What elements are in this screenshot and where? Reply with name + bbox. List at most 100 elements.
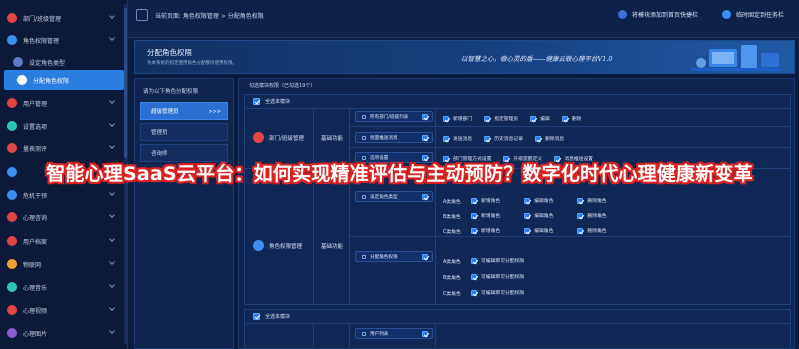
video-icon bbox=[7, 305, 17, 315]
role-class-label: A类角色 bbox=[443, 200, 461, 205]
role-type-row: 新增角色 编辑角色 删除角色 bbox=[471, 227, 607, 234]
org-icon bbox=[253, 132, 264, 143]
sidebar-item-12[interactable]: 物联网 bbox=[0, 254, 122, 274]
perm-label: 编辑角色 bbox=[534, 214, 554, 219]
sidebar-item-label: 角色权限管理 bbox=[23, 37, 60, 45]
permission-panel: 勾选模块权限（已勾选19个） 全选本模块 部门/班级管理 基础功能 角色权限管理… bbox=[238, 78, 795, 349]
sidebar-item-10[interactable]: 心理咨询 bbox=[0, 207, 122, 227]
pin-taskbar-button[interactable]: 临时固定到任务栏 bbox=[722, 10, 784, 19]
sidebar-item-1[interactable]: 部门/班级管理 bbox=[0, 8, 122, 28]
perm-checkbox[interactable] bbox=[443, 135, 449, 142]
chevron-down-icon bbox=[109, 305, 115, 311]
list-icon bbox=[362, 114, 366, 119]
pill-checkbox[interactable] bbox=[422, 253, 428, 260]
module-role: 角色权限管理 bbox=[253, 240, 302, 251]
page-subtitle: 为本系统的指定使用角色分配模块使用权限。 bbox=[147, 61, 237, 66]
perm-label: 指定管理员 bbox=[494, 117, 519, 122]
perm-role-type[interactable]: 设定角色类型 bbox=[355, 191, 433, 202]
sidebar-item-9[interactable]: 危机干预 bbox=[0, 185, 122, 205]
perm-checkbox[interactable] bbox=[471, 289, 477, 296]
sidebar-item-label: 分配角色权限 bbox=[33, 77, 70, 85]
module-label: 部门/班级管理 bbox=[269, 135, 304, 142]
perm-label: 发送消息 bbox=[453, 137, 473, 142]
top-bar: 当前页面: 角色权限管理 > 分配角色权限 将模块添加到首页快捷栏 临时固定到任… bbox=[128, 0, 799, 38]
sidebar-item-13[interactable]: 心理音乐 bbox=[0, 277, 122, 297]
sidebar-item-label: 用户档案 bbox=[23, 238, 48, 246]
perm-label: 编辑角色 bbox=[534, 199, 554, 204]
perm-checkbox[interactable] bbox=[484, 115, 491, 122]
role-type-row: 新增角色 编辑角色 删除角色 bbox=[471, 197, 607, 204]
perm-checkbox[interactable] bbox=[561, 115, 568, 122]
perm-checkbox[interactable] bbox=[471, 273, 477, 280]
pill-checkbox[interactable] bbox=[422, 330, 428, 337]
org-icon bbox=[7, 13, 17, 23]
role-admin[interactable]: 管理员 bbox=[140, 123, 228, 141]
perm-org-list[interactable]: 所有部门/班级列表 bbox=[355, 111, 433, 122]
pill-checkbox[interactable] bbox=[422, 193, 428, 200]
sidebar-item-7[interactable]: 量表测评 bbox=[0, 138, 122, 158]
sidebar-item-6[interactable]: 设置选项 bbox=[0, 116, 122, 136]
perm-checkbox[interactable] bbox=[524, 227, 531, 234]
perm-checkbox[interactable] bbox=[471, 197, 477, 204]
module-block: 全选本模块 部门/班级管理 基础功能 角色权限管理 基础功能 所有部门/班级列表… bbox=[244, 94, 791, 305]
perm-checkbox[interactable] bbox=[577, 227, 584, 234]
perm-checkbox[interactable] bbox=[577, 212, 584, 219]
crisis-icon bbox=[7, 190, 17, 200]
perm-checkbox[interactable] bbox=[443, 115, 449, 122]
sidebar-item-label: 设定角色类型 bbox=[29, 59, 66, 67]
perm-checkbox[interactable] bbox=[471, 257, 477, 264]
permission-header: 勾选模块权限（已勾选19个） bbox=[249, 83, 316, 89]
perm-label: 新增角色 bbox=[481, 199, 501, 204]
pin-taskbar-label: 临时固定到任务栏 bbox=[736, 12, 785, 19]
module-org: 部门/班级管理 bbox=[253, 132, 304, 143]
perm-batch-message[interactable]: 批量推送消息 bbox=[355, 132, 433, 143]
sidebar-item-14[interactable]: 心理视频 bbox=[0, 300, 122, 320]
perm-checkbox[interactable] bbox=[484, 135, 491, 142]
perm-label: 可编辑即可分配权限 bbox=[481, 259, 525, 264]
perm-label: 删除角色 bbox=[587, 199, 607, 204]
perm-label: 删除角色 bbox=[587, 229, 607, 234]
music-icon bbox=[7, 282, 17, 292]
select-all-toggle[interactable]: 全选本模块 bbox=[253, 313, 290, 320]
sidebar-item-5[interactable]: 用户管理 bbox=[0, 93, 122, 113]
image-icon bbox=[7, 328, 17, 338]
perm-user-list[interactable]: 用户列表 bbox=[355, 328, 433, 339]
select-all-label: 全选本模块 bbox=[265, 314, 291, 320]
perm-checkbox[interactable] bbox=[577, 197, 584, 204]
perm-checkbox[interactable] bbox=[471, 212, 477, 219]
role-class-label: B类角色 bbox=[443, 276, 461, 281]
sidebar-item-4[interactable]: 分配角色权限 bbox=[4, 70, 124, 90]
perm-label: 新增角色 bbox=[481, 229, 501, 234]
page-title: 分配角色权限 bbox=[147, 48, 192, 57]
perm-checkbox[interactable] bbox=[530, 115, 537, 122]
chevron-down-icon bbox=[109, 121, 115, 127]
select-all-toggle[interactable]: 全选本模块 bbox=[253, 98, 290, 105]
chevron-down-icon bbox=[109, 282, 115, 288]
chevron-down-icon bbox=[109, 212, 115, 218]
perm-label: 删除消息 bbox=[545, 137, 565, 142]
perm-label: 编辑 bbox=[540, 117, 550, 122]
user-type-icon bbox=[362, 194, 366, 199]
taskbar-icon bbox=[722, 10, 731, 19]
sidebar-item-15[interactable]: 心理图片 bbox=[0, 323, 122, 343]
breadcrumb: 当前页面: 角色权限管理 > 分配角色权限 bbox=[155, 13, 264, 20]
perm-assign-role[interactable]: 分配角色权限 bbox=[355, 251, 433, 262]
select-all-checkbox[interactable] bbox=[253, 313, 260, 320]
pill-checkbox[interactable] bbox=[422, 113, 428, 120]
perm-label: 新增部门 bbox=[453, 117, 473, 122]
perm-row-message: 发送消息 历史消息记录 删除消息 bbox=[443, 135, 564, 142]
perm-checkbox[interactable] bbox=[471, 227, 477, 234]
home-icon[interactable] bbox=[136, 9, 148, 21]
perm-checkbox[interactable] bbox=[524, 197, 531, 204]
pill-checkbox[interactable] bbox=[422, 134, 428, 141]
select-all-checkbox[interactable] bbox=[253, 98, 260, 105]
perm-checkbox[interactable] bbox=[535, 135, 541, 142]
sidebar-item-2[interactable]: 角色权限管理 bbox=[0, 30, 122, 50]
sidebar-item-3[interactable]: 设定角色类型 bbox=[0, 52, 122, 72]
sidebar-item-label: 危机干预 bbox=[23, 192, 48, 200]
add-to-desktop-button[interactable]: 将模块添加到首页快捷栏 bbox=[618, 10, 698, 19]
sidebar-item-11[interactable]: 用户档案 bbox=[0, 231, 122, 251]
perm-label: 历史消息记录 bbox=[494, 137, 523, 142]
role-super-admin[interactable]: 超级管理员 >>> bbox=[140, 102, 228, 120]
perm-checkbox[interactable] bbox=[524, 212, 531, 219]
